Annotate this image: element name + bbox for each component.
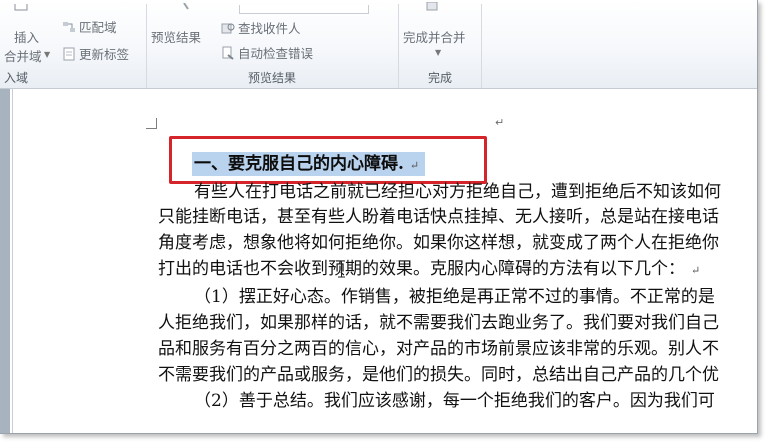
body-line[interactable]: 角度考虑，想象他将如何拒绝你。如果你这样想，就变成了两个人在拒绝你 — [158, 232, 719, 254]
body-line[interactable]: 打出的电话也不会收到预期的效果。克服内心障碍的方法有以下几个： ↵ — [158, 258, 700, 282]
left-ruler-gutter — [0, 89, 10, 433]
auto-check-errors-button[interactable]: 自动检查错误 — [221, 43, 313, 62]
body-line[interactable]: 品和服务有百分之两百的信心，对产品的市场前景应该非常的乐观。别人不 — [158, 338, 719, 360]
text-cursor-icon — [338, 260, 345, 278]
preview-icon — [182, 3, 196, 17]
group-label-fields: 入域 — [4, 71, 29, 85]
chevron-down-icon[interactable]: ▼ — [435, 48, 441, 57]
body-line[interactable]: 只能挂断电话，甚至有些人盼着电话快点挂掉、无人接听，总是站在接电话 — [158, 206, 719, 228]
word-window: 插入 合并域 ▼ 匹配域 更新标签 入域 预览结果 查找收件人 自动检查错误 预… — [0, 0, 758, 434]
check-errors-icon — [221, 46, 235, 60]
finish-merge-button[interactable]: 完成并合并 — [403, 27, 466, 46]
body-line[interactable]: （1）摆正好心态。作销售，被拒绝是再正常不过的事情。不正常的是 — [194, 286, 715, 308]
find-recipient-button[interactable]: 查找收件人 — [221, 18, 301, 37]
group-label-preview: 预览结果 — [247, 71, 296, 85]
ribbon-group-write-insert-fields: 插入 合并域 ▼ 匹配域 更新标签 入域 — [0, 0, 146, 88]
find-recipient-icon — [221, 21, 235, 35]
body-line-text: 打出的电话也不会收到预期的效果。克服内心障碍的方法有以下几个： — [158, 259, 685, 279]
preview-results-icon — [182, 3, 196, 17]
finish-merge-icon-wrap[interactable] — [425, 2, 439, 16]
ribbon-group-finish: 完成并合并 ▼ 完成 — [399, 0, 481, 88]
body-line[interactable]: 有些人在打电话之前就已经担心对方拒绝自己，遭到拒绝后不知该如何 — [194, 181, 721, 203]
match-fields-icon — [62, 20, 76, 34]
chevron-down-icon[interactable]: ▼ — [44, 50, 50, 59]
update-labels-label: 更新标签 — [79, 47, 130, 62]
merge-field-label[interactable]: 合并域 — [4, 46, 42, 65]
highlight-box — [169, 136, 487, 184]
paragraph-mark: ↵ — [691, 264, 701, 277]
record-number-box[interactable] — [239, 5, 369, 14]
update-labels-button[interactable]: 更新标签 — [62, 44, 129, 63]
insert-label[interactable]: 插入 — [14, 27, 39, 46]
group-label-finish: 完成 — [427, 71, 452, 85]
ribbon-separator — [481, 4, 482, 88]
ribbon-mailings: 插入 合并域 ▼ 匹配域 更新标签 入域 预览结果 查找收件人 自动检查错误 预… — [0, 0, 757, 89]
match-fields-label: 匹配域 — [79, 20, 117, 35]
insert-merge-field-icon[interactable] — [14, 4, 28, 14]
update-labels-icon — [62, 47, 76, 61]
match-fields-button[interactable]: 匹配域 — [62, 17, 117, 36]
ribbon-group-preview-results: 预览结果 查找收件人 自动检查错误 预览结果 — [147, 0, 397, 88]
auto-check-errors-label: 自动检查错误 — [238, 46, 314, 61]
margin-corner-mark — [146, 118, 157, 129]
paragraph-mark: ↵ — [495, 116, 505, 129]
finish-merge-icon — [425, 2, 439, 16]
body-line[interactable]: 不需要我们的产品或服务，是他们的损失。同时，总结出自己产品的几个优 — [158, 364, 719, 386]
body-line[interactable]: （2）善于总结。我们应该感谢，每一个拒绝我们的客户。因为我们可 — [194, 390, 715, 412]
preview-results-button[interactable]: 预览结果 — [151, 27, 201, 46]
merge-field-icon — [14, 4, 28, 14]
find-recipient-label: 查找收件人 — [238, 21, 301, 36]
body-line[interactable]: 人拒绝我们，如果那样的话，就不需要我们去跑业务了。我们要对我们自己 — [158, 312, 719, 334]
